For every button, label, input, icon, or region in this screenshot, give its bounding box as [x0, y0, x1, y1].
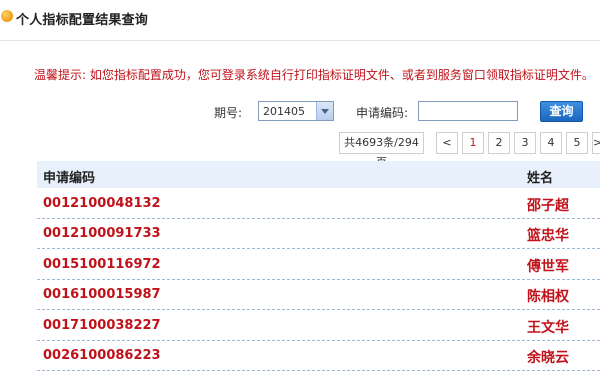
cell-name: 余晓云 — [527, 350, 569, 366]
period-value: 201405 — [263, 105, 305, 118]
cell-name: 邵子超 — [527, 198, 569, 214]
pagination-page[interactable]: 2 — [488, 132, 510, 154]
query-form: 期号: 201405 申请编码: 查询 — [0, 101, 600, 123]
table-row: 0017100038227 王文华 — [37, 311, 600, 341]
cell-code: 0026100086223 — [43, 348, 161, 363]
code-input[interactable] — [418, 101, 518, 121]
bullet-icon — [1, 10, 13, 22]
cell-code: 0012100048132 — [43, 196, 161, 211]
page-title: 个人指标配置结果查询 — [16, 13, 149, 28]
table-header: 申请编码 姓名 — [37, 161, 600, 188]
column-header-name: 姓名 — [527, 171, 554, 186]
notice-text: 温馨提示: 如您指标配置成功，您可登录系统自行打印指标证明文件、或者到服务窗口领… — [34, 68, 594, 82]
period-label: 期号: — [214, 106, 243, 120]
pagination-next[interactable]: > — [592, 132, 600, 154]
pagination-page[interactable]: 5 — [566, 132, 588, 154]
pagination-page[interactable]: 4 — [540, 132, 562, 154]
column-header-code: 申请编码 — [43, 171, 96, 186]
page-header: 个人指标配置结果查询 — [0, 0, 600, 41]
table-row: 0012100048132 邵子超 — [37, 189, 600, 219]
cell-name: 傅世军 — [527, 259, 569, 275]
table-row: 0026100086223 余晓云 — [37, 341, 600, 371]
chevron-down-icon[interactable] — [316, 102, 333, 120]
cell-code: 0016100015987 — [43, 287, 161, 302]
cell-name: 陈相权 — [527, 289, 569, 305]
table-row: 0016100015987 陈相权 — [37, 280, 600, 310]
cell-code: 0012100091733 — [43, 226, 161, 241]
code-label: 申请编码: — [356, 106, 409, 120]
pagination-prev[interactable]: < — [436, 132, 458, 154]
pagination-page[interactable]: 3 — [514, 132, 536, 154]
pagination-summary: 共4693条/294页 — [339, 132, 424, 169]
cell-name: 王文华 — [527, 320, 569, 336]
period-select[interactable]: 201405 — [258, 101, 334, 121]
cell-code: 0017100038227 — [43, 318, 161, 333]
table-row: 0015100116972 傅世军 — [37, 250, 600, 280]
query-button[interactable]: 查询 — [540, 101, 583, 122]
cell-code: 0015100116972 — [43, 257, 161, 272]
cell-name: 篮忠华 — [527, 228, 569, 244]
pagination-page[interactable]: 1 — [462, 132, 484, 154]
table-row: 0012100091733 篮忠华 — [37, 219, 600, 249]
